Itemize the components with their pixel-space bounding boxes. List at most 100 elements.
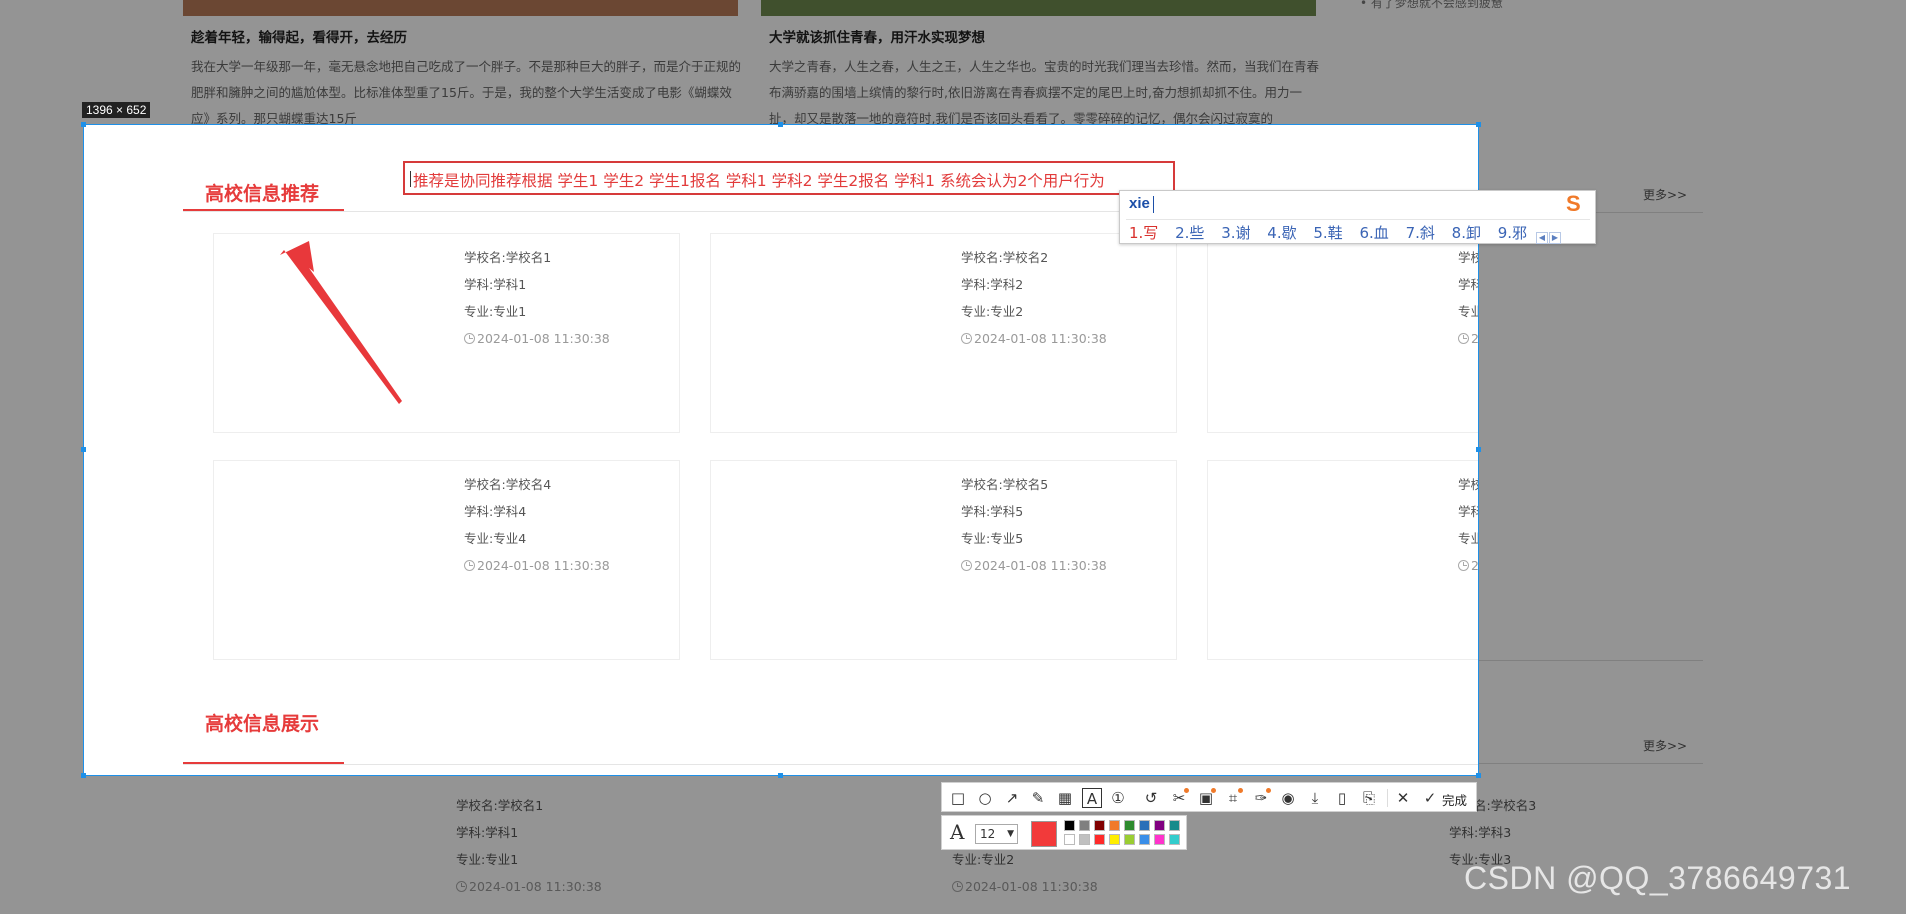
article-excerpt: 我在大学一年级那一年，毫无悬念地把自己吃成了一个胖子。不是那种巨大的胖子，而是介… — [191, 59, 742, 126]
prev-page-icon[interactable]: ◀ — [1536, 232, 1548, 244]
school-card[interactable]: 学校名:学校名3 学科:学科3 专业:专业3 2024-01-08 11:30:… — [1207, 233, 1479, 433]
more-link[interactable]: 更多>> — [1643, 186, 1687, 203]
more-link[interactable]: 更多>> — [1643, 737, 1687, 754]
ocr-icon[interactable]: ▣ — [1196, 788, 1216, 808]
next-page-icon[interactable]: ▶ — [1549, 232, 1561, 244]
major: 专业:专业2 — [961, 304, 1024, 319]
color-swatch[interactable] — [1154, 834, 1165, 845]
major: 专业:专业6 — [1458, 531, 1478, 546]
major: 专业:专业4 — [464, 531, 527, 546]
ime-candidate[interactable]: 6.血 — [1359, 224, 1388, 242]
color-swatch[interactable] — [1109, 834, 1120, 845]
ime-candidate[interactable]: 7.斜 — [1406, 224, 1435, 242]
download-icon[interactable]: ⤓ — [1305, 788, 1325, 808]
school-card[interactable]: 学校名:学校名6 学科:学科6 专业:专业6 2024-01-08 11:30:… — [1207, 460, 1479, 660]
resize-handle[interactable] — [1476, 773, 1481, 778]
article-image — [183, 0, 738, 16]
font-size-value: 12 — [980, 827, 996, 841]
cutout-icon[interactable]: ✂ — [1169, 788, 1189, 808]
color-swatch[interactable] — [1064, 820, 1075, 831]
color-swatch[interactable] — [1139, 834, 1150, 845]
ime-candidate-list: 1.写 2.些 3.谢 4.歇 5.鞋 6.血 7.斜 8.卸 9.邪 — [1129, 222, 1539, 243]
article-title[interactable]: 大学就该抓住青春，用汗水实现梦想 — [769, 26, 985, 46]
record-icon[interactable]: ◉ — [1278, 788, 1298, 808]
clock-icon — [464, 560, 475, 571]
resize-handle[interactable] — [81, 122, 86, 127]
number-icon[interactable]: ① — [1108, 788, 1128, 808]
subject: 学科:学科1 — [456, 825, 519, 840]
subject: 学科:学科1 — [464, 277, 527, 292]
ime-candidate[interactable]: 4.歇 — [1267, 224, 1296, 242]
long-shot-icon[interactable]: ▯ — [1332, 788, 1352, 808]
clock-icon — [1458, 333, 1469, 344]
clock-icon — [961, 333, 972, 344]
check-icon[interactable]: ✓ — [1420, 788, 1440, 808]
rectangle-icon[interactable]: □ — [948, 788, 968, 808]
bookmark-icon[interactable]: ⎘ — [1359, 788, 1379, 808]
ime-candidate[interactable]: 1.写 — [1129, 224, 1158, 242]
major: 专业:专业2 — [952, 852, 1015, 867]
ime-candidate[interactable]: 2.些 — [1175, 224, 1204, 242]
article-title[interactable]: 趁着年轻，输得起，看得开，去经历 — [191, 26, 407, 46]
subject: 学科:学科3 — [1458, 277, 1478, 292]
school-name: 学校名:学校名1 — [456, 798, 544, 813]
text-icon[interactable]: A — [1082, 788, 1102, 808]
major: 专业:专业5 — [961, 531, 1024, 546]
pin-icon[interactable]: ✑ — [1251, 788, 1271, 808]
resize-handle[interactable] — [1476, 122, 1481, 127]
ime-candidate[interactable]: 8.卸 — [1452, 224, 1481, 242]
resize-handle[interactable] — [778, 122, 783, 127]
divider — [183, 764, 1478, 765]
color-swatch[interactable] — [1124, 820, 1135, 831]
annotation-text[interactable]: 推荐是协同推荐根据 学生1 学生2 学生1报名 学科1 学科2 学生2报名 学科… — [413, 169, 1105, 191]
undo-icon[interactable]: ↺ — [1141, 788, 1161, 808]
date: 2024-01-08 11:30:38 — [1471, 331, 1479, 346]
divider — [1126, 219, 1590, 220]
color-swatch[interactable] — [1109, 820, 1120, 831]
close-icon[interactable]: ✕ — [1393, 788, 1413, 808]
color-swatch[interactable] — [1154, 820, 1165, 831]
ime-candidate[interactable]: 5.鞋 — [1313, 224, 1342, 242]
scan-icon[interactable]: ⌗ — [1223, 788, 1243, 808]
color-swatch[interactable] — [1064, 834, 1075, 845]
color-swatch[interactable] — [1124, 834, 1135, 845]
school-name: 学校名:学校名2 — [961, 250, 1049, 265]
major: 专业:专业1 — [456, 852, 519, 867]
subject: 学科:学科3 — [1449, 825, 1512, 840]
color-swatch[interactable] — [1169, 834, 1180, 845]
school-card[interactable]: 学校名:学校名5 学科:学科5 专业:专业5 2024-01-08 11:30:… — [710, 460, 1177, 660]
clock-icon — [952, 881, 963, 892]
ellipse-icon[interactable]: ○ — [975, 788, 995, 808]
color-swatch[interactable] — [1169, 820, 1180, 831]
date: 2024-01-08 11:30:38 — [1471, 558, 1479, 573]
school-card[interactable]: 学校名:学校名4 学科:学科4 专业:专业4 2024-01-08 11:30:… — [213, 460, 680, 660]
ime-candidate[interactable]: 3.谢 — [1221, 224, 1250, 242]
mosaic-icon[interactable]: ▦ — [1055, 788, 1075, 808]
font-size-select[interactable]: 12 ▼ — [975, 824, 1018, 844]
date: 2024-01-08 11:30:38 — [974, 558, 1107, 573]
resize-handle[interactable] — [81, 773, 86, 778]
text-annotation-box[interactable]: 推荐是协同推荐根据 学生1 学生2 学生1报名 学科1 学科2 学生2报名 学科… — [403, 161, 1175, 195]
school-card-info: 学校名:学校名1 学科:学科1 专业:专业1 2024-01-08 11:30:… — [456, 792, 602, 900]
major: 专业:专业3 — [1458, 304, 1478, 319]
color-swatch[interactable] — [1094, 834, 1105, 845]
ime-candidate-window[interactable]: xie S 1.写 2.些 3.谢 4.歇 5.鞋 6.血 7.斜 8.卸 9.… — [1119, 190, 1596, 244]
resize-handle[interactable] — [1476, 447, 1481, 452]
color-swatch[interactable] — [1079, 820, 1090, 831]
school-card[interactable]: 学校名:学校名2 学科:学科2 专业:专业2 2024-01-08 11:30:… — [710, 233, 1177, 433]
sidebar-link[interactable]: • 有了梦想就不会感到疲惫 — [1360, 0, 1503, 11]
ime-candidate[interactable]: 9.邪 — [1498, 224, 1527, 242]
color-swatch[interactable] — [1094, 820, 1105, 831]
font-icon: A — [950, 820, 965, 844]
resize-handle[interactable] — [81, 447, 86, 452]
resize-handle[interactable] — [778, 773, 783, 778]
current-color-swatch[interactable] — [1031, 821, 1057, 847]
done-button[interactable]: 完成 — [1442, 790, 1467, 809]
school-name: 学校名:学校名6 — [1458, 477, 1478, 492]
date: 2024-01-08 11:30:38 — [477, 331, 610, 346]
school-card[interactable]: 学校名:学校名1 学科:学科1 专业:专业1 2024-01-08 11:30:… — [213, 233, 680, 433]
color-swatch[interactable] — [1139, 820, 1150, 831]
arrow-icon[interactable]: ↗ — [1002, 788, 1022, 808]
color-swatch[interactable] — [1079, 834, 1090, 845]
pen-icon[interactable]: ✎ — [1028, 788, 1048, 808]
